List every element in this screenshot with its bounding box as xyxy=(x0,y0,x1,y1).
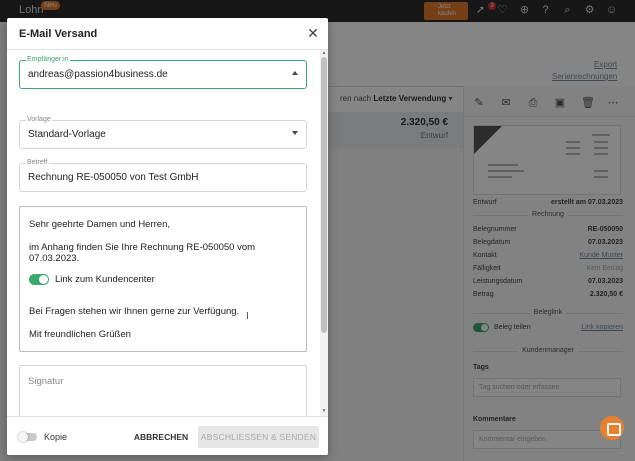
recipient-label: Empfänger:in xyxy=(26,56,70,63)
cancel-button[interactable]: ABBRECHEN xyxy=(131,427,191,447)
scroll-down-icon[interactable]: ▼ xyxy=(321,408,327,414)
recipient-value: andreas@passion4business.de xyxy=(28,69,168,80)
dialog-footer: Kopie ABBRECHEN ABSCHLIESSEN & SENDEN xyxy=(7,416,328,455)
email-dialog: E-Mail Versand ✕ Empfänger:in andreas@pa… xyxy=(7,18,328,455)
finish-and-send-button[interactable]: ABSCHLIESSEN & SENDEN xyxy=(198,426,319,448)
scroll-up-icon[interactable]: ▲ xyxy=(321,50,327,56)
subject-field[interactable]: Betreff Rechnung RE-050050 von Test GmbH xyxy=(19,159,307,192)
copy-label: Kopie xyxy=(44,432,68,442)
customer-center-link-label: Link zum Kundencenter xyxy=(55,274,155,285)
message-line-2: Bei Fragen stehen wir Ihnen gerne zur Ve… xyxy=(29,306,240,317)
message-closing: Mit freundlichen Grüßen xyxy=(29,329,131,340)
message-line-1: im Anhang finden Sie Ihre Rechnung RE-05… xyxy=(29,242,256,264)
chevron-up-icon[interactable] xyxy=(292,71,298,75)
customer-center-link-toggle[interactable] xyxy=(29,274,49,285)
dialog-body: Empfänger:in andreas@passion4business.de… xyxy=(7,50,320,416)
dialog-scrollbar[interactable]: ▲ ▼ xyxy=(320,50,328,416)
message-editor[interactable]: Sehr geehrte Damen und Herren, im Anhang… xyxy=(19,206,307,352)
text-cursor-icon: I xyxy=(246,311,249,322)
chat-support-button[interactable] xyxy=(600,416,624,440)
template-label: Vorlage xyxy=(26,116,52,123)
subject-label: Betreff xyxy=(26,159,49,166)
dialog-title: E-Mail Versand xyxy=(19,28,98,40)
copy-toggle[interactable] xyxy=(18,432,37,442)
subject-value: Rechnung RE-050050 von Test GmbH xyxy=(28,172,199,183)
signature-field[interactable]: Signatur xyxy=(19,365,307,416)
recipient-field[interactable]: Empfänger:in andreas@passion4business.de xyxy=(19,56,307,89)
close-icon[interactable]: ✕ xyxy=(306,26,320,40)
signature-placeholder: Signatur xyxy=(28,376,64,387)
chevron-down-icon[interactable] xyxy=(292,131,298,135)
message-greeting: Sehr geehrte Damen und Herren, xyxy=(29,219,170,230)
scrollbar-thumb[interactable] xyxy=(321,57,327,333)
dialog-header: E-Mail Versand ✕ xyxy=(7,18,328,50)
template-value: Standard-Vorlage xyxy=(28,129,106,140)
template-select[interactable]: Vorlage Standard-Vorlage xyxy=(19,116,307,149)
